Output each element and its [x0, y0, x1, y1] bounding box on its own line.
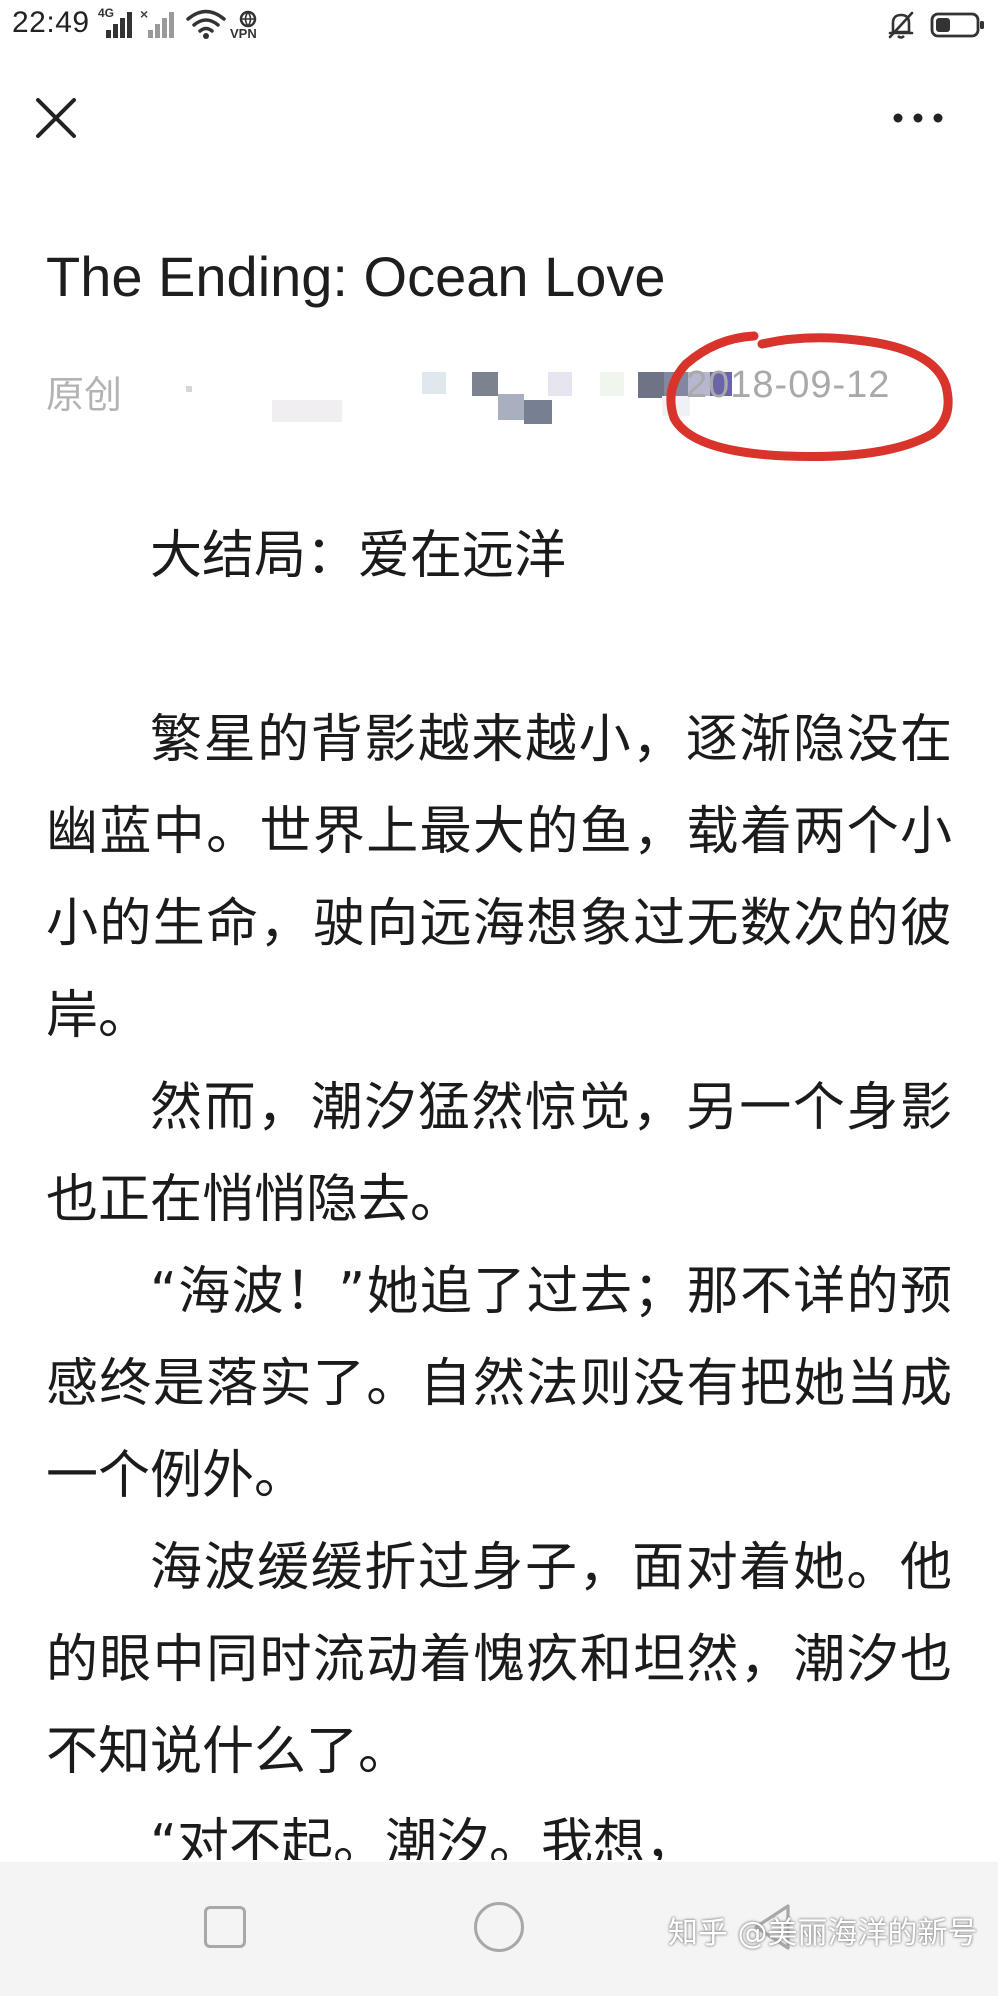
battery-icon: [930, 12, 984, 38]
vpn-label: VPN: [230, 26, 257, 41]
signal-icon-secondary: ×: [140, 6, 176, 38]
blurred-author-name: [186, 358, 732, 424]
home-button[interactable]: [474, 1902, 524, 1952]
system-navigation-bar: 知乎 @美丽海洋的新号: [0, 1862, 998, 1996]
status-time: 22:49: [12, 6, 90, 39]
publish-date: 2018-09-12: [686, 364, 891, 406]
article-paragraph-2: 然而，潮汐猛然惊觉，另一个身影也正在悄悄隐去。: [46, 1078, 952, 1230]
vpn-icon: VPN: [228, 8, 268, 42]
close-icon: [36, 98, 76, 138]
wifi-icon: [186, 9, 226, 39]
article-title: The Ending: Ocean Love: [46, 245, 666, 308]
watermark-text: 知乎 @美丽海洋的新号: [668, 1916, 978, 1951]
more-options-button[interactable]: [884, 96, 952, 140]
article-paragraph-1: 繁星的背影越来越小，逐渐隐没在幽蓝中。世界上最大的鱼，载着两个小小的生命，驶向远…: [46, 710, 952, 1046]
status-bar: 22:49 4G × VPN: [0, 0, 998, 52]
article-paragraph-5: “对不起。潮汐。我想，: [150, 1814, 697, 1860]
close-button[interactable]: [28, 90, 84, 146]
more-icon: [893, 113, 943, 123]
article-paragraph-3: “海波！”她追了过去；那不详的预感终是落实了。自然法则没有把她当成一个例外。: [46, 1262, 952, 1506]
article-paragraph-4: 海波缓缓折过身子，面对着她。他的眼中同时流动着愧疚和坦然，潮汐也不知说什么了。: [46, 1538, 952, 1782]
original-tag: 原创: [46, 373, 123, 417]
no-signal-label: ×: [140, 6, 149, 22]
recent-apps-button[interactable]: [204, 1906, 246, 1948]
signal-icon: 4G: [98, 6, 134, 38]
article-meta: 原创 2018-09-12: [46, 358, 966, 424]
article-subtitle: 大结局：爱在远洋: [150, 526, 567, 586]
network-type-label: 4G: [98, 6, 115, 20]
article-body: 大结局：爱在远洋 繁星的背影越来越小，逐渐隐没在幽蓝中。世界上最大的鱼，载着两个…: [46, 510, 952, 1860]
bell-off-icon: [888, 11, 914, 39]
